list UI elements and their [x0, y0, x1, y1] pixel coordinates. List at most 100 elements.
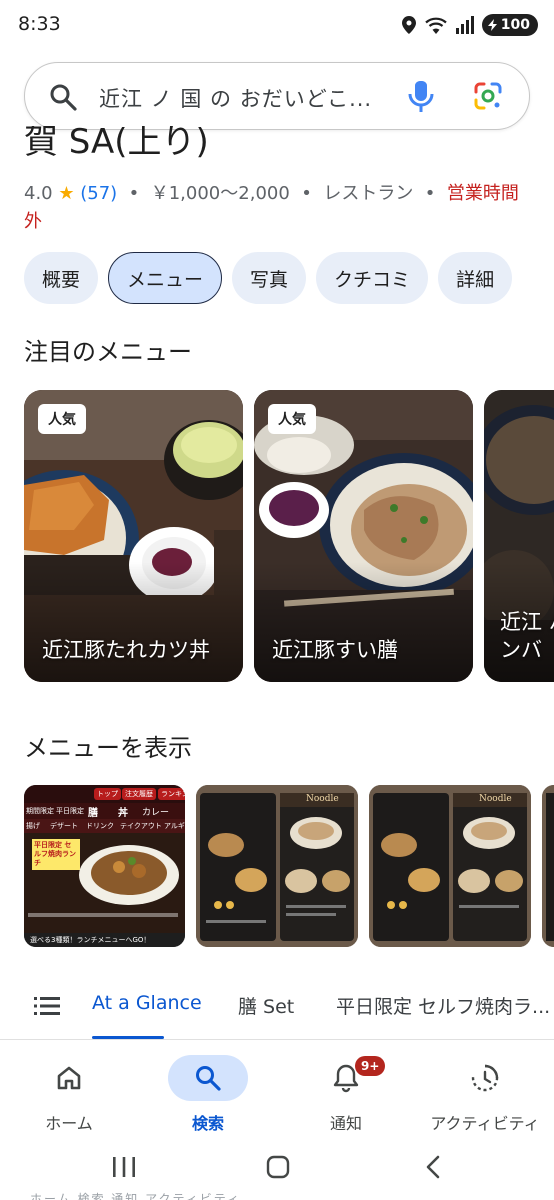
photo-footer-text: 選べる3種類！ランチメニューへGO！ [30, 936, 151, 944]
place-title: 賀 SA(上り) [24, 126, 504, 170]
status-icons: 100 [401, 14, 538, 36]
signal-icon [455, 16, 474, 34]
system-navigation-bar: ホーム 検索 通知 アクティビティ [0, 1140, 554, 1200]
microphone-icon[interactable] [407, 79, 435, 113]
menu-photo[interactable]: トップ 注文履歴 ランキング 期間限定 平日限定 膳 丼 カレー 揚げ デザート… [24, 785, 185, 947]
menu-card[interactable]: 人気 近江豚すい膳 [254, 390, 473, 682]
google-lens-icon[interactable] [473, 81, 503, 111]
photo-tag: デザート [50, 822, 78, 830]
wifi-icon [425, 17, 447, 34]
menu-section-tabs: At a Glance 膳 Set 平日限定 セルフ焼肉ラ... [0, 978, 554, 1040]
price-range: ￥1,000～2,000 [150, 183, 290, 204]
photo-tag: 揚げ [26, 822, 40, 830]
photo-text-line [28, 913, 178, 917]
photo-main: 平日限定 セルフ焼肉ランチ [24, 833, 185, 933]
featured-menu-carousel: 人気 近江豚たれカツ丼 人気 近江豚すい膳 近江 ンバ [24, 390, 554, 682]
nav-home-label: ホーム [45, 1114, 93, 1133]
menu-card[interactable]: 近江 ハンバ [484, 390, 554, 682]
menu-photo[interactable]: Noodle [196, 785, 358, 947]
photo-tag: テイクアウト [120, 822, 162, 830]
location-icon [401, 16, 416, 34]
notification-badge: 9+ [355, 1056, 386, 1076]
photo-footer: 選べる3種類！ランチメニューへGO！ [24, 933, 185, 947]
photo-tag-row: 期間限定 平日限定 膳 丼 カレー [24, 803, 185, 819]
popular-badge: 人気 [38, 404, 86, 434]
menu-photo[interactable]: Noodle [369, 785, 531, 947]
menu-card-name: 近江 ハンバ [500, 610, 554, 662]
review-count-link[interactable]: (57) [80, 183, 117, 204]
rating-value: 4.0 [24, 183, 53, 204]
noodle-menu-photo [369, 785, 531, 947]
chip-menu[interactable]: メニュー [108, 252, 223, 304]
photo-promo: 平日限定 セルフ焼肉ランチ [32, 839, 80, 870]
photo-tag: 平日限定 [56, 807, 84, 815]
place-summary: 4.0 ★ (57) • ￥1,000～2,000 • レストラン • 営業時間… [24, 180, 530, 236]
home-button-icon[interactable] [266, 1155, 290, 1179]
menu-card-name: 近江豚たれカツ丼 [42, 638, 210, 662]
place-title-text: 賀 SA(上り) [24, 126, 209, 162]
back-icon[interactable] [424, 1155, 442, 1179]
separator: • [424, 183, 436, 204]
photo-tag: 期間限定 [26, 807, 54, 815]
photo-tag: 膳 [88, 808, 98, 819]
battery-indicator: 100 [481, 14, 538, 36]
search-query[interactable]: 近江 ノ 国 の おだいどこ... [99, 83, 372, 113]
chip-details[interactable]: 詳細 [438, 252, 513, 304]
noodle-label: Noodle [306, 794, 339, 804]
separator: • [301, 183, 312, 204]
photo-tag: 丼 [118, 808, 128, 819]
status-bar: 8:33 100 [0, 0, 554, 52]
menu-card-name: 近江豚すい膳 [272, 638, 398, 662]
search-bar[interactable]: 近江 ノ 国 の おだいどこ... [24, 62, 530, 130]
tab-set[interactable]: 膳 Set [238, 992, 294, 1019]
nav-notifications[interactable]: 9+ 通知 [281, 1054, 411, 1134]
photo-top-bar: トップ 注文履歴 ランキング [24, 785, 185, 803]
recent-apps-icon[interactable] [112, 1156, 136, 1178]
card-shade [24, 562, 243, 682]
menu-photo[interactable] [542, 785, 554, 947]
chip-overview[interactable]: 概要 [24, 252, 99, 304]
menu-photo-partial [542, 785, 554, 947]
yakiniku-photo [79, 845, 179, 905]
active-nav-pill [168, 1055, 248, 1101]
photo-tab: 注文履歴 [122, 788, 156, 800]
menu-photos-heading: メニューを表示 [24, 734, 192, 762]
status-time: 8:33 [18, 13, 61, 35]
place-tabs: 概要 メニュー 写真 クチコミ 詳細 [24, 252, 513, 304]
photo-category-row: 揚げ デザート ドリンク テイクアウト アルギー [24, 819, 185, 833]
noodle-label: Noodle [479, 794, 512, 804]
photo-tab: トップ [94, 788, 121, 800]
search-icon [50, 84, 77, 111]
nav-activity[interactable]: アクティビティ [420, 1054, 550, 1134]
battery-level: 100 [500, 17, 530, 33]
noodle-menu-photo [196, 785, 358, 947]
separator: • [128, 183, 140, 204]
featured-menu-heading: 注目のメニュー [24, 338, 192, 366]
category: レストラン [323, 183, 414, 204]
star-icon: ★ [58, 183, 75, 204]
nav-search[interactable]: 検索 [143, 1054, 273, 1134]
card-shade [254, 562, 473, 682]
nav-notifications-label: 通知 [329, 1114, 362, 1133]
bottom-navigation: ホーム 検索 9+ 通知 アクティビティ [0, 1040, 554, 1140]
activity-icon [471, 1064, 499, 1092]
photo-tag: アルギー [164, 822, 185, 830]
nav-home[interactable]: ホーム [4, 1054, 134, 1134]
chip-reviews[interactable]: クチコミ [316, 252, 429, 304]
tab-weekday-yakiniku[interactable]: 平日限定 セルフ焼肉ラ... [336, 992, 550, 1019]
photo-tab: ランキング [158, 788, 185, 800]
nav-search-label: 検索 [191, 1114, 224, 1133]
chip-photos[interactable]: 写真 [232, 252, 307, 304]
charging-icon [487, 19, 497, 31]
menu-card[interactable]: 人気 近江豚たれカツ丼 [24, 390, 243, 682]
home-icon [57, 1066, 81, 1090]
ghost-nav-labels: ホーム 検索 通知 アクティビティ [30, 1192, 242, 1200]
popular-badge: 人気 [268, 404, 316, 434]
photo-tag: カレー [142, 808, 170, 818]
list-menu-icon[interactable] [34, 996, 60, 1016]
nav-activity-label: アクティビティ [430, 1114, 540, 1133]
photo-tag: ドリンク [86, 822, 114, 830]
menu-photos-carousel: トップ 注文履歴 ランキング 期間限定 平日限定 膳 丼 カレー 揚げ デザート… [24, 785, 554, 947]
tab-at-a-glance[interactable]: At a Glance [92, 992, 202, 1014]
search-icon [196, 1066, 221, 1091]
